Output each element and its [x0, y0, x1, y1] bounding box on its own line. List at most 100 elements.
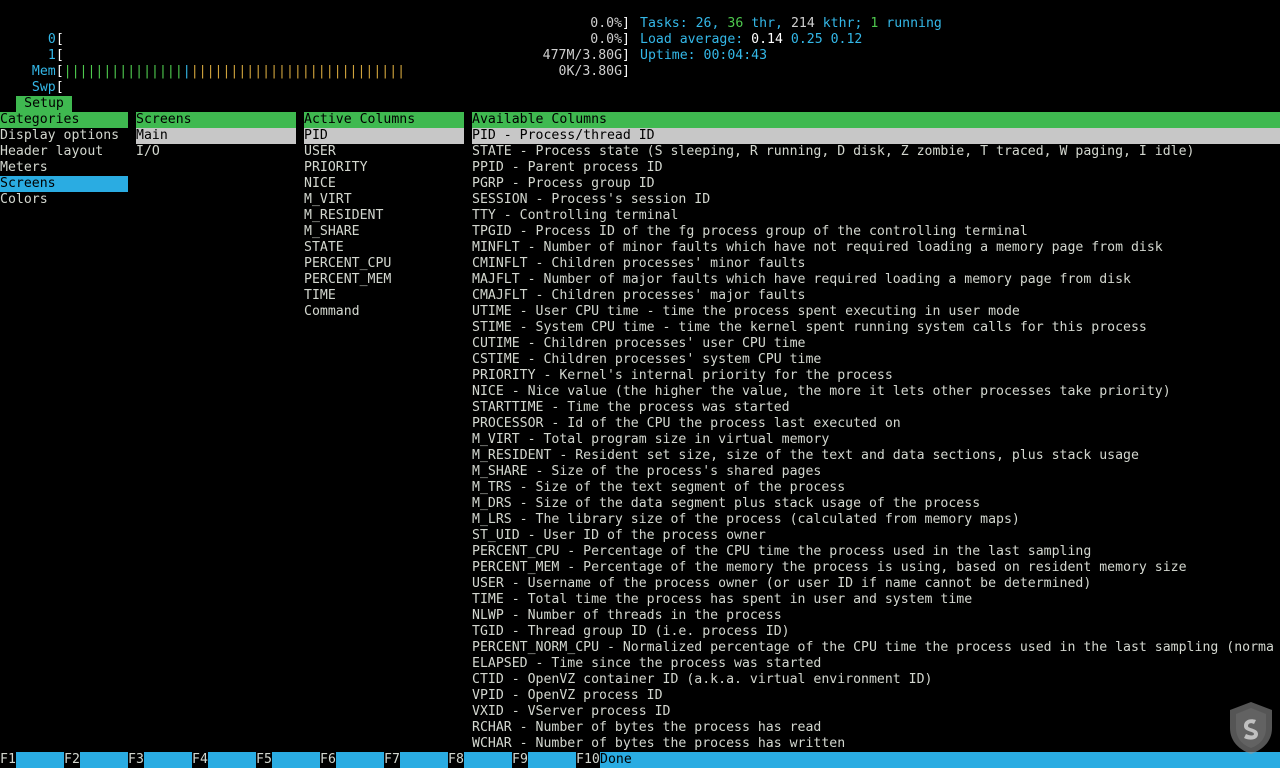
mem-bar-cache: |||||||||||||||||||||||||||	[190, 64, 406, 79]
available-column-item[interactable]: SESSION - Process's session ID	[472, 192, 1280, 208]
available-column-item[interactable]: VXID - VServer process ID	[472, 704, 1280, 720]
fkey-f7-label[interactable]	[400, 752, 448, 768]
running-label: running	[886, 16, 942, 31]
available-column-item[interactable]: NLWP - Number of threads in the process	[472, 608, 1280, 624]
category-item[interactable]: Meters	[0, 160, 128, 176]
mem-bar-used: |||||||||||||||	[63, 64, 183, 79]
available-column-item[interactable]: PROCESSOR - Id of the CPU the process la…	[472, 416, 1280, 432]
available-column-item[interactable]: MAJFLT - Number of major faults which ha…	[472, 272, 1280, 288]
threads-count: 36	[727, 16, 744, 31]
category-item[interactable]: Header layout	[0, 144, 128, 160]
active-column-item[interactable]: TIME	[304, 288, 464, 304]
kthreads-count: 214	[790, 16, 815, 31]
category-item[interactable]: Display options	[0, 128, 128, 144]
available-column-item[interactable]: M_TRS - Size of the text segment of the …	[472, 480, 1280, 496]
active-columns-header: Active Columns	[304, 112, 464, 128]
categories-header: Categories	[0, 112, 128, 128]
screens-header: Screens	[136, 112, 296, 128]
active-column-item[interactable]: M_VIRT	[304, 192, 464, 208]
available-column-item[interactable]: M_DRS - Size of the data segment plus st…	[472, 496, 1280, 512]
active-column-item[interactable]: Command	[304, 304, 464, 320]
fkey-f9-label[interactable]	[528, 752, 576, 768]
fkey-f5-label[interactable]	[272, 752, 320, 768]
tasks-count: 26	[695, 16, 712, 31]
available-column-item[interactable]: M_SHARE - Size of the process's shared p…	[472, 464, 1280, 480]
available-column-item[interactable]: USER - Username of the process owner (or…	[472, 576, 1280, 592]
fkey-f7[interactable]: F7	[384, 752, 400, 768]
fkey-f4-label[interactable]	[208, 752, 256, 768]
category-item[interactable]: Colors	[0, 192, 128, 208]
available-column-item[interactable]: PERCENT_NORM_CPU - Normalized percentage…	[472, 640, 1280, 656]
active-column-item[interactable]: PRIORITY	[304, 160, 464, 176]
fkey-f6-label[interactable]	[336, 752, 384, 768]
active-column-item[interactable]: NICE	[304, 176, 464, 192]
cpu0-value: 0.0%	[590, 16, 623, 31]
fkey-f2-label[interactable]	[80, 752, 128, 768]
fkey-f1-label[interactable]	[16, 752, 64, 768]
available-column-item[interactable]: STIME - System CPU time - time the kerne…	[472, 320, 1280, 336]
available-column-item[interactable]: CMAJFLT - Children processes' major faul…	[472, 288, 1280, 304]
available-column-item[interactable]: CUTIME - Children processes' user CPU ti…	[472, 336, 1280, 352]
active-column-item[interactable]: PID	[304, 128, 464, 144]
available-column-item[interactable]: CTID - OpenVZ container ID (a.k.a. virtu…	[472, 672, 1280, 688]
swp-value: 0K/3.80G	[558, 64, 623, 79]
load-15min: 0.12	[830, 32, 863, 47]
function-key-bar: F1 F2 F3 F4 F5 F6 F7 F8 F9 F10 Done	[0, 752, 1280, 768]
load-1min: 0.14	[751, 32, 783, 47]
active-column-item[interactable]: PERCENT_CPU	[304, 256, 464, 272]
available-column-item[interactable]: PID - Process/thread ID	[472, 128, 1280, 144]
running-count: 1	[870, 16, 879, 31]
fkey-f6[interactable]: F6	[320, 752, 336, 768]
fkey-f10-label[interactable]: Done	[600, 752, 1280, 768]
available-column-item[interactable]: CSTIME - Children processes' system CPU …	[472, 352, 1280, 368]
active-column-item[interactable]: USER	[304, 144, 464, 160]
available-column-item[interactable]: TGID - Thread group ID (i.e. process ID)	[472, 624, 1280, 640]
available-column-item[interactable]: PERCENT_CPU - Percentage of the CPU time…	[472, 544, 1280, 560]
mem-value-wrap: 477M/3.80G]	[542, 48, 630, 63]
fkey-f9[interactable]: F9	[512, 752, 528, 768]
available-column-item[interactable]: PGRP - Process group ID	[472, 176, 1280, 192]
active-column-item[interactable]: M_RESIDENT	[304, 208, 464, 224]
available-column-item[interactable]: M_RESIDENT - Resident set size, size of …	[472, 448, 1280, 464]
tab-setup[interactable]: Setup	[16, 96, 72, 112]
fkey-f8-label[interactable]	[464, 752, 512, 768]
screen-item[interactable]: Main	[136, 128, 296, 144]
category-item[interactable]: Screens	[0, 176, 128, 192]
swp-meter: Swp[	[31, 80, 64, 95]
available-column-item[interactable]: NICE - Nice value (the higher the value,…	[472, 384, 1280, 400]
fkey-f3-label[interactable]	[144, 752, 192, 768]
available-column-item[interactable]: STARTTIME - Time the process was started	[472, 400, 1280, 416]
available-column-item[interactable]: ST_UID - User ID of the process owner	[472, 528, 1280, 544]
fkey-f4[interactable]: F4	[192, 752, 208, 768]
available-column-item[interactable]: MINFLT - Number of minor faults which ha…	[472, 240, 1280, 256]
tasks-label: Tasks:	[640, 16, 688, 31]
active-column-item[interactable]: STATE	[304, 240, 464, 256]
available-column-item[interactable]: UTIME - User CPU time - time the process…	[472, 304, 1280, 320]
available-column-item[interactable]: M_VIRT - Total program size in virtual m…	[472, 432, 1280, 448]
available-column-item[interactable]: VPID - OpenVZ process ID	[472, 688, 1280, 704]
available-column-item[interactable]: PERCENT_MEM - Percentage of the memory t…	[472, 560, 1280, 576]
available-column-item[interactable]: RCHAR - Number of bytes the process has …	[472, 720, 1280, 736]
fkey-f5[interactable]: F5	[256, 752, 272, 768]
available-column-item[interactable]: TPGID - Process ID of the fg process gro…	[472, 224, 1280, 240]
available-column-item[interactable]: WCHAR - Number of bytes the process has …	[472, 736, 1280, 752]
fkey-f8[interactable]: F8	[448, 752, 464, 768]
available-column-item[interactable]: PRIORITY - Kernel's internal priority fo…	[472, 368, 1280, 384]
available-column-item[interactable]: STATE - Process state (S sleeping, R run…	[472, 144, 1280, 160]
screen-item[interactable]: I/O	[136, 144, 296, 160]
mem-meter: Mem[||||||||||||||||||||||||||||||||||||…	[31, 64, 406, 79]
fkey-f2[interactable]: F2	[64, 752, 80, 768]
available-column-item[interactable]: TIME - Total time the process has spent …	[472, 592, 1280, 608]
active-column-item[interactable]: M_SHARE	[304, 224, 464, 240]
active-column-item[interactable]: PERCENT_MEM	[304, 272, 464, 288]
uptime-value: 00:04:43	[703, 48, 768, 63]
load-label: Load average:	[640, 32, 744, 47]
available-column-item[interactable]: PPID - Parent process ID	[472, 160, 1280, 176]
fkey-f3[interactable]: F3	[128, 752, 144, 768]
available-column-item[interactable]: CMINFLT - Children processes' minor faul…	[472, 256, 1280, 272]
available-column-item[interactable]: ELAPSED - Time since the process was sta…	[472, 656, 1280, 672]
fkey-f10[interactable]: F10	[576, 752, 600, 768]
fkey-f1[interactable]: F1	[0, 752, 16, 768]
available-column-item[interactable]: M_LRS - The library size of the process …	[472, 512, 1280, 528]
available-column-item[interactable]: TTY - Controlling terminal	[472, 208, 1280, 224]
